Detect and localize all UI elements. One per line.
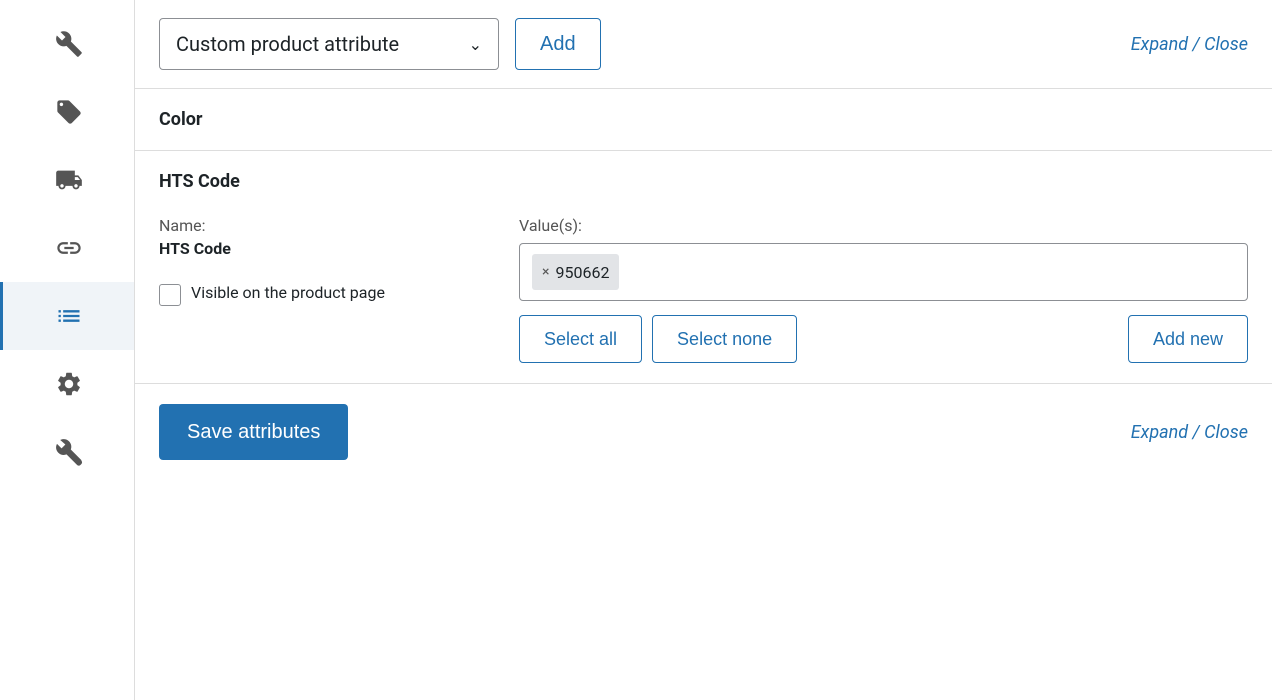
hts-right: Value(s): × 950662 Select all Select non… — [519, 216, 1248, 363]
attribute-select[interactable]: Custom product attribute ⌄ — [159, 18, 499, 70]
chevron-down-icon: ⌄ — [469, 35, 482, 54]
tags-icon — [55, 98, 83, 126]
select-all-button[interactable]: Select all — [519, 315, 642, 363]
sidebar-item-wrench[interactable] — [0, 10, 134, 78]
hts-section: HTS Code Name: HTS Code Visible on the p… — [135, 151, 1272, 384]
select-none-button[interactable]: Select none — [652, 315, 797, 363]
list-icon — [55, 302, 83, 330]
tag-remove-icon[interactable]: × — [542, 264, 549, 280]
link-icon — [55, 234, 83, 262]
header-row: Custom product attribute ⌄ Add Expand / … — [135, 0, 1272, 89]
name-label: Name: — [159, 216, 479, 235]
sidebar-item-tools[interactable] — [0, 418, 134, 486]
checkbox-row: Visible on the product page — [159, 282, 479, 306]
values-label: Value(s): — [519, 216, 1248, 235]
hts-section-title: HTS Code — [159, 171, 1248, 192]
name-value: HTS Code — [159, 239, 479, 258]
sidebar-item-tags[interactable] — [0, 78, 134, 146]
sidebar-item-truck[interactable] — [0, 146, 134, 214]
sidebar-item-list[interactable] — [0, 282, 134, 350]
footer-row: Save attributes Expand / Close — [135, 384, 1272, 480]
attribute-select-label: Custom product attribute — [176, 32, 457, 56]
visible-checkbox[interactable] — [159, 284, 181, 306]
color-section: Color — [135, 89, 1272, 151]
add-button[interactable]: Add — [515, 18, 601, 70]
add-new-button[interactable]: Add new — [1128, 315, 1248, 363]
sidebar — [0, 0, 135, 700]
hts-left: Name: HTS Code Visible on the product pa… — [159, 216, 479, 306]
sidebar-item-link[interactable] — [0, 214, 134, 282]
wrench-icon — [55, 30, 83, 58]
expand-close-footer-link[interactable]: Expand / Close — [1131, 422, 1248, 443]
visible-label: Visible on the product page — [191, 282, 385, 304]
hts-content: Name: HTS Code Visible on the product pa… — [159, 216, 1248, 363]
truck-icon — [55, 166, 83, 194]
gear-icon — [55, 370, 83, 398]
tools-icon — [55, 438, 83, 466]
values-input-area[interactable]: × 950662 — [519, 243, 1248, 301]
main-content: Custom product attribute ⌄ Add Expand / … — [135, 0, 1272, 700]
values-actions: Select all Select none Add new — [519, 315, 1248, 363]
save-attributes-button[interactable]: Save attributes — [159, 404, 348, 460]
color-section-title: Color — [159, 109, 1248, 130]
tag-value: 950662 — [555, 263, 609, 282]
value-tag: × 950662 — [532, 254, 619, 290]
sidebar-item-gear[interactable] — [0, 350, 134, 418]
expand-close-link[interactable]: Expand / Close — [1131, 34, 1248, 55]
